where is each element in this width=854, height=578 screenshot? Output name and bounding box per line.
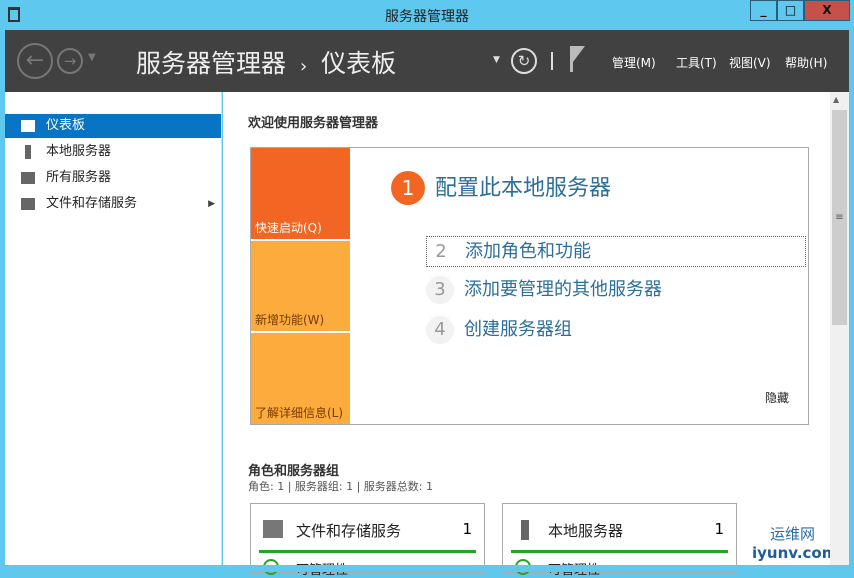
maximize-button[interactable]: □ (777, 0, 804, 21)
menu-help[interactable]: 帮助(H) (785, 54, 827, 71)
role-card-file-storage[interactable]: 文件和存储服务 1 可管理性 (250, 503, 485, 578)
step-label: 配置此本地服务器 (435, 176, 612, 201)
roles-heading: 角色和服务器组 (248, 464, 340, 479)
minimize-button[interactable]: _ (750, 0, 777, 21)
menu-manage[interactable]: 管理(M) (612, 54, 656, 71)
breadcrumb-current: 仪表板 (321, 49, 397, 78)
dropdown-icon[interactable]: ▼ (493, 55, 500, 65)
breadcrumb: 服务器管理器 › 仪表板 (136, 44, 396, 80)
window-title: 服务器管理器 (385, 9, 469, 25)
expand-arrow-icon[interactable]: ▶ (208, 192, 215, 216)
step-add-servers[interactable]: 3 添加要管理的其他服务器 (426, 275, 662, 304)
server-icon (25, 145, 31, 159)
sidebar-item-all-servers[interactable]: 所有服务器 (5, 166, 221, 190)
role-card-local-server[interactable]: 本地服务器 1 可管理性 (502, 503, 737, 578)
notifications-flag-icon-body (573, 46, 585, 62)
scrollbar-thumb[interactable]: ≡ (832, 110, 847, 325)
watermark-url: iyunv.com (752, 544, 838, 562)
history-dropdown-icon[interactable]: ▼ (88, 52, 96, 63)
sidebar-item-label: 文件和存储服务 (46, 196, 138, 211)
welcome-heading: 欢迎使用服务器管理器 (248, 116, 379, 131)
sidebar: 仪表板 本地服务器 所有服务器 文件和存储服务 ▶ (5, 92, 222, 565)
step-configure-local-server[interactable]: 1 配置此本地服务器 (391, 170, 611, 205)
step-label: 添加要管理的其他服务器 (464, 279, 662, 300)
forward-button-icon[interactable]: → (57, 48, 83, 74)
status-bar (511, 550, 728, 553)
card-title: 文件和存储服务 (296, 522, 402, 540)
menu-view[interactable]: 视图(V) (729, 54, 771, 71)
header: ← → ▼ 服务器管理器 › 仪表板 ▼ ↻ 管理(M) 工具(T) 视图(V)… (5, 30, 849, 92)
servers-icon (21, 172, 35, 184)
divider (551, 52, 553, 70)
dashboard-icon (21, 120, 35, 132)
file-storage-icon (21, 198, 35, 210)
tile-whats-new[interactable]: 新增功能(W) (251, 241, 350, 331)
step-number: 4 (426, 316, 454, 344)
sidebar-item-file-storage[interactable]: 文件和存储服务 ▶ (5, 192, 221, 216)
sidebar-item-label: 所有服务器 (46, 170, 112, 185)
back-button-icon[interactable]: ← (17, 43, 53, 79)
step-number: 1 (391, 171, 425, 205)
breadcrumb-separator: › (299, 56, 308, 77)
card-title: 本地服务器 (548, 522, 624, 540)
status-bar (259, 550, 476, 553)
sidebar-item-dashboard[interactable]: 仪表板 (5, 114, 221, 138)
breadcrumb-root[interactable]: 服务器管理器 (136, 49, 286, 78)
card-count: 1 (462, 520, 472, 538)
quick-start-panel: 快速启动(Q) 新增功能(W) 了解详细信息(L) 1 配置此本地服务器 2 添加角… (250, 147, 809, 425)
vertical-scrollbar[interactable]: ▲ ≡ (830, 92, 849, 565)
window-bottom-border (0, 565, 854, 572)
watermark-text: 运维网 (770, 525, 816, 543)
step-label: 添加角色和功能 (465, 241, 591, 262)
step-label: 创建服务器组 (464, 319, 572, 340)
refresh-icon[interactable]: ↻ (511, 48, 537, 74)
step-create-group[interactable]: 4 创建服务器组 (426, 315, 572, 344)
title-bar: 服务器管理器 _ □ X (0, 0, 854, 29)
tile-quick-start[interactable]: 快速启动(Q) (251, 148, 350, 239)
sidebar-item-label: 仪表板 (46, 118, 86, 133)
card-count: 1 (714, 520, 724, 538)
sidebar-item-label: 本地服务器 (46, 144, 112, 159)
scroll-up-arrow[interactable]: ▲ (833, 95, 839, 104)
step-number: 3 (426, 276, 454, 304)
watermark: 运维网 iyunv.com (752, 523, 838, 562)
file-storage-icon (263, 520, 283, 538)
roles-summary: 角色: 1 | 服务器组: 1 | 服务器总数: 1 (248, 480, 434, 493)
menu-tools[interactable]: 工具(T) (676, 54, 717, 71)
step-add-roles[interactable]: 2 添加角色和功能 (426, 236, 806, 267)
server-icon (521, 520, 529, 540)
sidebar-item-local-server[interactable]: 本地服务器 (5, 140, 221, 164)
close-button[interactable]: X (804, 0, 850, 21)
step-number: 2 (435, 241, 447, 262)
hide-link[interactable]: 隐藏 (765, 389, 789, 406)
tile-learn-more[interactable]: 了解详细信息(L) (251, 333, 350, 424)
